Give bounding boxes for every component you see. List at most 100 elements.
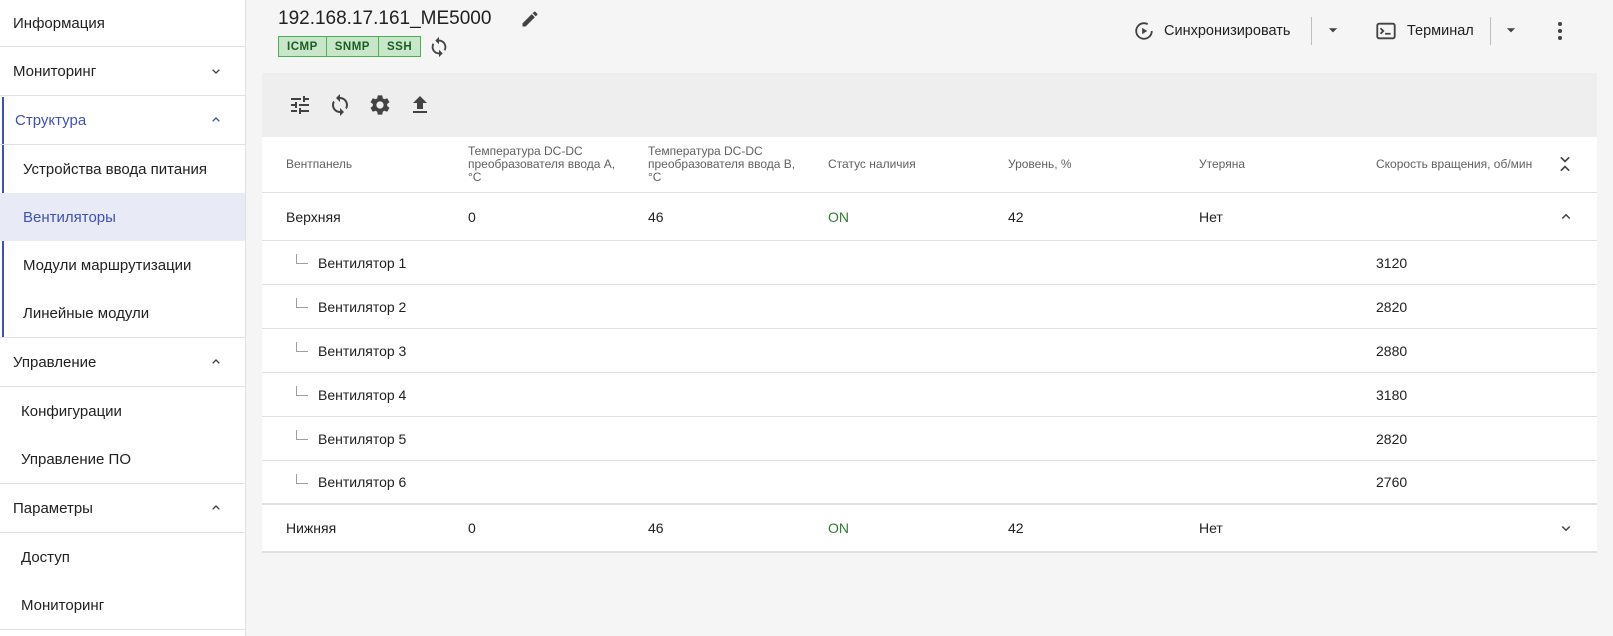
column-header-temp-a: Температура DC-DC преобразователя ввода … xyxy=(468,144,616,184)
terminal-label: Терминал xyxy=(1407,23,1474,39)
sidebar-item-label: Устройства ввода питания xyxy=(23,160,208,178)
status-value: ON xyxy=(828,208,849,225)
panel-name: Нижняя xyxy=(286,520,337,536)
chevron-down-icon[interactable] xyxy=(1557,519,1575,537)
fan-name: Вентилятор 6 xyxy=(318,474,407,490)
sidebar-item-line-modules[interactable]: Линейные модули xyxy=(0,289,245,338)
temp-a-value: 0 xyxy=(468,208,476,225)
table-row[interactable]: Вентилятор 5 2820 xyxy=(262,417,1597,461)
sidebar-item-label: Информация xyxy=(13,14,105,32)
fan-speed: 2880 xyxy=(1376,342,1408,359)
temp-b-value: 46 xyxy=(648,208,664,225)
sidebar-item-fans[interactable]: Вентиляторы xyxy=(0,193,245,241)
level-value: 42 xyxy=(1008,208,1024,225)
chevron-down-icon xyxy=(212,69,220,74)
sidebar-item-software[interactable]: Управление ПО xyxy=(0,435,245,484)
chevron-up-icon xyxy=(212,117,220,122)
sidebar-item-configurations[interactable]: Конфигурации xyxy=(0,387,245,435)
refresh-icon[interactable] xyxy=(428,36,450,58)
column-header-status: Статус наличия xyxy=(828,157,916,171)
sidebar-item-structure[interactable]: Структура xyxy=(0,96,245,145)
sidebar-item-label: Мониторинг xyxy=(21,596,105,614)
sidebar-item-label: Мониторинг xyxy=(13,62,97,80)
lost-value: Нет xyxy=(1199,520,1223,536)
tree-connector xyxy=(296,342,308,352)
table-row[interactable]: Вентилятор 6 2760 xyxy=(262,461,1597,505)
table-row[interactable]: Вентилятор 1 3120 xyxy=(262,241,1597,285)
temp-a-value: 0 xyxy=(468,520,476,536)
sidebar-item-info[interactable]: Информация xyxy=(0,0,245,47)
sidebar-item-label: Модули маршрутизации xyxy=(23,256,192,274)
status-badge-ssh: SSH xyxy=(378,36,422,57)
tree-connector xyxy=(296,386,308,396)
sidebar-item-label: Вентиляторы xyxy=(23,208,116,226)
column-header-lost: Утеряна xyxy=(1199,157,1245,171)
sidebar-item-routing-modules[interactable]: Модули маршрутизации xyxy=(0,241,245,289)
protocol-badges: ICMP SNMP SSH xyxy=(278,36,422,57)
sidebar-item-label: Параметры xyxy=(13,499,93,517)
sidebar-item-parameters[interactable]: Параметры xyxy=(0,484,245,533)
refresh-icon[interactable] xyxy=(328,93,352,117)
sync-play-icon xyxy=(1135,22,1153,40)
sidebar-item-label: Структура xyxy=(15,111,87,129)
table-row[interactable]: Верхняя 0 46 ON 42 Нет xyxy=(262,193,1597,241)
fan-speed: 2760 xyxy=(1376,474,1408,490)
sidebar-item-label: Управление ПО xyxy=(21,450,132,468)
sidebar-item-label: Конфигурации xyxy=(21,402,122,420)
fan-name: Вентилятор 3 xyxy=(318,342,407,359)
fan-speed: 3120 xyxy=(1376,254,1408,271)
gear-icon[interactable] xyxy=(368,93,392,117)
fans-table: Вентпанель Температура DC-DC преобразова… xyxy=(262,137,1597,553)
tree-connector xyxy=(296,430,308,440)
divider xyxy=(1311,17,1312,45)
more-vert-icon[interactable] xyxy=(1548,19,1572,43)
sidebar-item-management[interactable]: Управление xyxy=(0,338,245,387)
sidebar-item-label: Линейные модули xyxy=(23,304,150,322)
sidebar-item-label: Доступ xyxy=(21,548,70,566)
lost-value: Нет xyxy=(1199,208,1223,225)
tune-icon[interactable] xyxy=(288,93,312,117)
level-value: 42 xyxy=(1008,520,1024,536)
tree-connector xyxy=(296,474,308,484)
panel-name: Верхняя xyxy=(286,208,341,225)
sidebar-item-monitoring[interactable]: Мониторинг xyxy=(0,47,245,96)
fan-name: Вентилятор 1 xyxy=(318,254,407,271)
fan-speed: 2820 xyxy=(1376,298,1408,315)
upload-icon[interactable] xyxy=(408,93,432,117)
sidebar: Информация Мониторинг Структура Устройст… xyxy=(0,0,246,636)
table-row[interactable]: Вентилятор 4 3180 xyxy=(262,373,1597,417)
status-badge-icmp: ICMP xyxy=(278,36,327,57)
column-header-temp-b: Температура DC-DC преобразователя ввода … xyxy=(648,144,796,184)
status-badge-snmp: SNMP xyxy=(326,36,379,57)
tree-connector xyxy=(296,298,308,308)
table-toolbar xyxy=(262,73,1597,137)
collapse-all-icon[interactable] xyxy=(1555,153,1575,175)
table-row[interactable]: Вентилятор 3 2880 xyxy=(262,329,1597,373)
column-header-panel: Вентпанель xyxy=(286,157,353,171)
sidebar-item-label: Управление xyxy=(13,353,97,371)
edit-icon[interactable] xyxy=(520,9,540,29)
table-row[interactable]: Нижняя 0 46 ON 42 Нет xyxy=(262,505,1597,553)
sync-button[interactable]: Синхронизировать xyxy=(1133,17,1290,45)
chevron-up-icon xyxy=(212,359,220,364)
page-title: 192.168.17.161_ME5000 xyxy=(278,8,492,29)
fan-speed: 3180 xyxy=(1376,386,1408,403)
chevron-up-icon[interactable] xyxy=(1557,208,1575,226)
sync-label: Синхронизировать xyxy=(1164,23,1291,39)
caret-down-icon[interactable] xyxy=(1504,23,1518,37)
divider xyxy=(1490,17,1491,45)
temp-b-value: 46 xyxy=(648,520,664,536)
table-header: Вентпанель Температура DC-DC преобразова… xyxy=(262,137,1597,193)
fan-name: Вентилятор 4 xyxy=(318,386,407,403)
fan-name: Вентилятор 2 xyxy=(318,298,407,315)
sidebar-item-access[interactable]: Доступ xyxy=(0,533,245,581)
sidebar-item-param-monitoring[interactable]: Мониторинг xyxy=(0,581,245,630)
fan-speed: 2820 xyxy=(1376,430,1408,447)
table-row[interactable]: Вентилятор 2 2820 xyxy=(262,285,1597,329)
tree-connector xyxy=(296,254,308,264)
sidebar-item-power-inputs[interactable]: Устройства ввода питания xyxy=(0,145,245,193)
terminal-button[interactable]: Терминал xyxy=(1375,17,1474,45)
status-value: ON xyxy=(828,520,849,536)
caret-down-icon[interactable] xyxy=(1326,23,1340,37)
terminal-icon xyxy=(1376,22,1396,40)
